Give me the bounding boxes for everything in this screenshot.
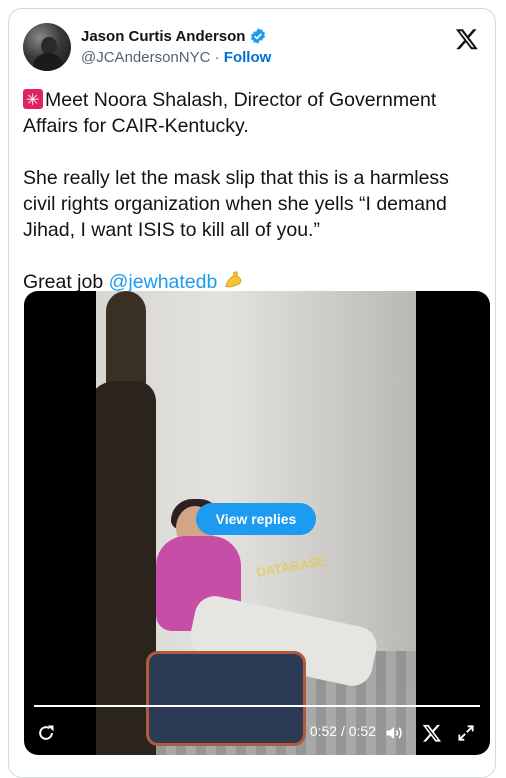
flexed-biceps-icon xyxy=(224,271,241,288)
video-controls: 0:52 / 0:52 xyxy=(24,711,490,755)
x-logo-icon[interactable] xyxy=(455,27,479,51)
volume-icon[interactable] xyxy=(384,723,404,743)
tweet-paragraph-2: She really let the mask slip that this i… xyxy=(23,167,449,241)
tweet-text: Meet Noora Shalash, Director of Governme… xyxy=(23,87,483,295)
author-name[interactable]: Jason Curtis Anderson xyxy=(81,28,245,45)
author-handle[interactable]: @JCAndersonNYC xyxy=(81,49,210,66)
mention-link[interactable]: @jewhatedb xyxy=(109,271,218,293)
name-row: Jason Curtis Anderson xyxy=(81,27,267,45)
expand-icon[interactable] xyxy=(456,723,476,743)
avatar[interactable] xyxy=(23,23,71,71)
tweet-paragraph-1: Meet Noora Shalash, Director of Governme… xyxy=(23,87,483,139)
tweet-header: Jason Curtis Anderson @JCAndersonNYC · F… xyxy=(23,23,481,73)
view-replies-button[interactable]: View replies xyxy=(196,503,316,535)
replay-icon[interactable] xyxy=(36,723,56,743)
follow-button[interactable]: Follow xyxy=(224,49,272,66)
tweet-card: Jason Curtis Anderson @JCAndersonNYC · F… xyxy=(8,8,496,778)
x-logo-small-icon[interactable] xyxy=(422,723,442,743)
video-player[interactable]: DATABASE View replies 0:52 / 0:52 xyxy=(24,291,490,755)
handle-row: @JCAndersonNYC · Follow xyxy=(81,49,271,66)
video-time: 0:52 / 0:52 xyxy=(309,723,376,739)
video-progress-bar[interactable] xyxy=(34,705,480,707)
siren-icon xyxy=(23,88,43,114)
verified-badge-icon xyxy=(251,28,266,44)
separator: · xyxy=(214,49,220,66)
